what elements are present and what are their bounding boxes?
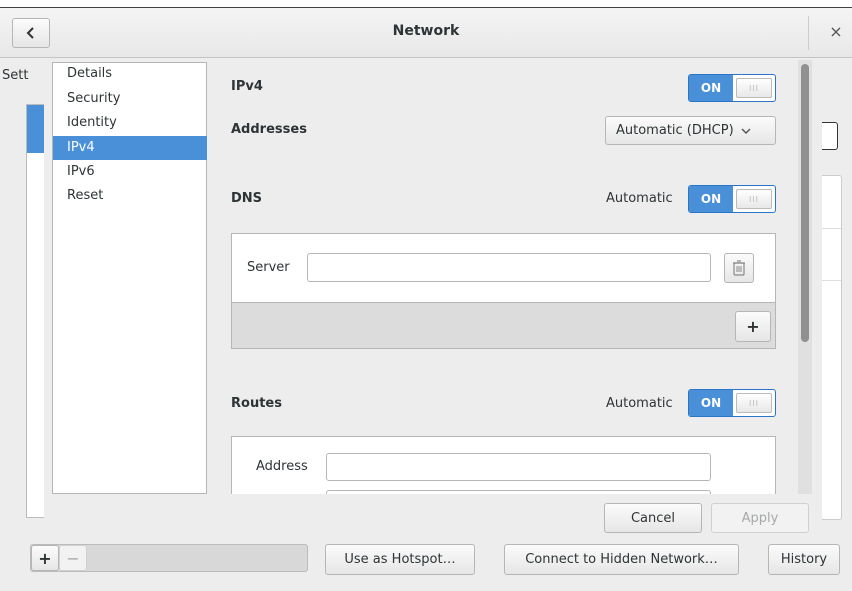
background-panel-line-2 bbox=[821, 280, 841, 281]
background-details-panel bbox=[820, 175, 842, 520]
routes-toggle-on-label: ON bbox=[689, 390, 733, 416]
sidebar-item-ipv4[interactable]: IPv4 bbox=[53, 136, 207, 160]
apply-button[interactable]: Apply bbox=[711, 503, 809, 533]
ipv4-toggle[interactable]: ON III bbox=[688, 74, 776, 102]
routes-automatic-toggle[interactable]: ON III bbox=[688, 389, 776, 417]
sidebar-item-details[interactable]: Details bbox=[53, 63, 207, 85]
background-selected-device bbox=[27, 105, 45, 153]
sidebar-item-security[interactable]: Security bbox=[53, 87, 207, 111]
header-separator bbox=[808, 16, 809, 50]
toggle-knob-icon: III bbox=[736, 393, 772, 413]
cancel-button[interactable]: Cancel bbox=[604, 503, 702, 533]
sidebar-item-ipv6[interactable]: IPv6 bbox=[53, 160, 207, 184]
server-label: Server bbox=[247, 260, 290, 275]
ipv4-title: IPv4 bbox=[231, 79, 263, 94]
addresses-label: Addresses bbox=[231, 122, 307, 137]
ipv4-toggle-on-label: ON bbox=[689, 75, 733, 101]
dialog-footer bbox=[44, 494, 822, 534]
remove-device-button[interactable]: − bbox=[59, 545, 87, 571]
background-panel-line-1 bbox=[821, 228, 841, 229]
header-bar: Network × bbox=[0, 8, 852, 58]
settings-label: Sett bbox=[2, 68, 29, 83]
dns-toggle-on-label: ON bbox=[689, 186, 733, 212]
trash-icon bbox=[733, 260, 745, 276]
delete-server-button[interactable] bbox=[724, 253, 754, 283]
content-scrollbar-thumb[interactable] bbox=[801, 64, 809, 342]
server-input[interactable] bbox=[307, 253, 711, 282]
dns-automatic-toggle[interactable]: ON III bbox=[688, 185, 776, 213]
dns-automatic-label: Automatic bbox=[606, 191, 673, 206]
addresses-method-dropdown[interactable]: Automatic (DHCP) bbox=[605, 116, 776, 145]
dns-server-toolbar bbox=[232, 302, 775, 348]
sidebar-item-identity[interactable]: Identity bbox=[53, 111, 207, 135]
close-icon[interactable]: × bbox=[826, 22, 846, 41]
window-title: Network bbox=[392, 23, 460, 39]
background-device-list bbox=[26, 104, 46, 518]
settings-sidebar: Details Security Identity IPv4 IPv6 Rese… bbox=[52, 62, 207, 494]
dns-server-box bbox=[231, 233, 776, 349]
sidebar-item-reset[interactable]: Reset bbox=[53, 184, 207, 208]
window-top-edge bbox=[0, 0, 852, 8]
route-address-label: Address bbox=[256, 459, 308, 474]
routes-label: Routes bbox=[231, 396, 282, 411]
add-device-button[interactable]: + bbox=[31, 545, 59, 571]
toggle-knob-icon: III bbox=[736, 78, 772, 98]
use-as-hotspot-button[interactable]: Use as Hotspot… bbox=[325, 544, 475, 575]
route-address-input[interactable] bbox=[326, 453, 711, 481]
add-dns-server-button[interactable]: + bbox=[735, 311, 771, 342]
toggle-knob-icon: III bbox=[736, 189, 772, 209]
dns-label: DNS bbox=[231, 191, 263, 206]
routes-automatic-label: Automatic bbox=[606, 396, 673, 411]
connect-hidden-network-button[interactable]: Connect to Hidden Network… bbox=[504, 544, 739, 575]
history-button[interactable]: History bbox=[768, 544, 840, 575]
addresses-method-value: Automatic (DHCP) bbox=[616, 123, 734, 138]
chevron-down-icon bbox=[741, 127, 751, 134]
